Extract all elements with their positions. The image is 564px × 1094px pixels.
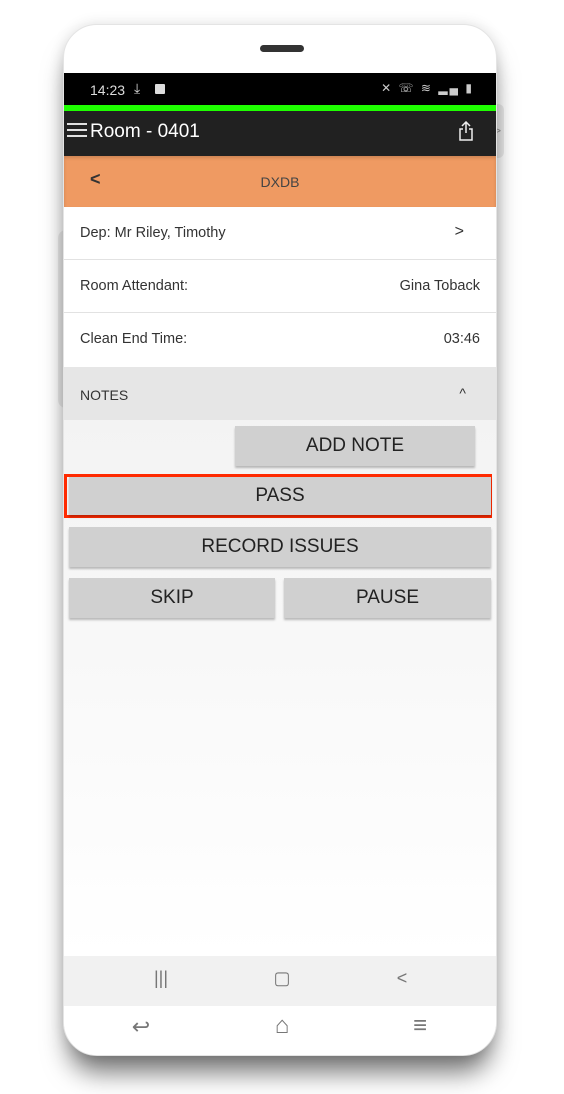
battery-icon: ▮: [465, 81, 474, 95]
device-nav-bar: ↩ ⌂ ≡: [64, 1006, 496, 1055]
sub-header-title: DXDB: [260, 174, 300, 190]
wifi-call-icon: ☏: [398, 81, 416, 95]
sub-header: < DXDB: [64, 156, 496, 207]
checkbox-notification-icon: [155, 84, 165, 94]
signal-icon: ▂▄: [438, 81, 461, 95]
clean-end-time-value: 03:46: [443, 331, 480, 347]
app-bar: Room - 0401: [64, 111, 496, 156]
hamburger-menu-icon[interactable]: [67, 123, 87, 139]
home-icon[interactable]: ▢: [262, 968, 302, 989]
speaker-grille: [260, 45, 304, 52]
mute-icon: ✕: [381, 81, 394, 95]
notes-section-header[interactable]: NOTES ^: [64, 367, 496, 420]
room-attendant-label: Room Attendant:: [80, 278, 189, 294]
pause-button[interactable]: PAUSE: [284, 578, 491, 618]
phone-frame: 14:23 ⤓ ✕ ☏ ≋ ▂▄ ▮ Room - 0401 < DXDB De…: [63, 24, 497, 1056]
system-nav-bar: ||| ▢ <: [64, 956, 496, 1006]
share-icon[interactable]: [458, 121, 474, 141]
departure-label: Dep: Mr Riley, Timothy: [80, 225, 226, 241]
download-icon: ⤓: [134, 80, 141, 96]
add-note-button[interactable]: ADD NOTE: [235, 426, 475, 466]
pass-button[interactable]: PASS: [69, 477, 491, 515]
status-bar: 14:23 ⤓ ✕ ☏ ≋ ▂▄ ▮: [64, 73, 496, 105]
status-time: 14:23: [90, 82, 126, 98]
room-attendant-row: Room Attendant: Gina Toback: [64, 260, 496, 313]
clean-end-time-label: Clean End Time:: [80, 331, 188, 347]
menu-lines-icon[interactable]: ≡: [400, 1012, 440, 1040]
recents-icon[interactable]: |||: [141, 968, 181, 989]
clean-end-time-row: Clean End Time: 03:46: [64, 313, 496, 365]
chevron-up-icon: ^: [459, 385, 466, 401]
back-icon[interactable]: <: [382, 968, 422, 989]
home-outline-icon[interactable]: ⌂: [262, 1012, 302, 1040]
wifi-icon: ≋: [420, 81, 433, 95]
status-icons: ✕ ☏ ≋ ▂▄ ▮: [381, 81, 474, 95]
skip-button[interactable]: SKIP: [69, 578, 275, 618]
departure-row[interactable]: Dep: Mr Riley, Timothy >: [64, 207, 496, 260]
room-attendant-value: Gina Toback: [399, 278, 480, 294]
return-icon[interactable]: ↩: [121, 1014, 161, 1040]
notes-label: NOTES: [80, 387, 129, 403]
record-issues-button[interactable]: RECORD ISSUES: [69, 527, 491, 567]
chevron-right-icon: >: [454, 223, 464, 240]
page-title: Room - 0401: [90, 121, 200, 142]
